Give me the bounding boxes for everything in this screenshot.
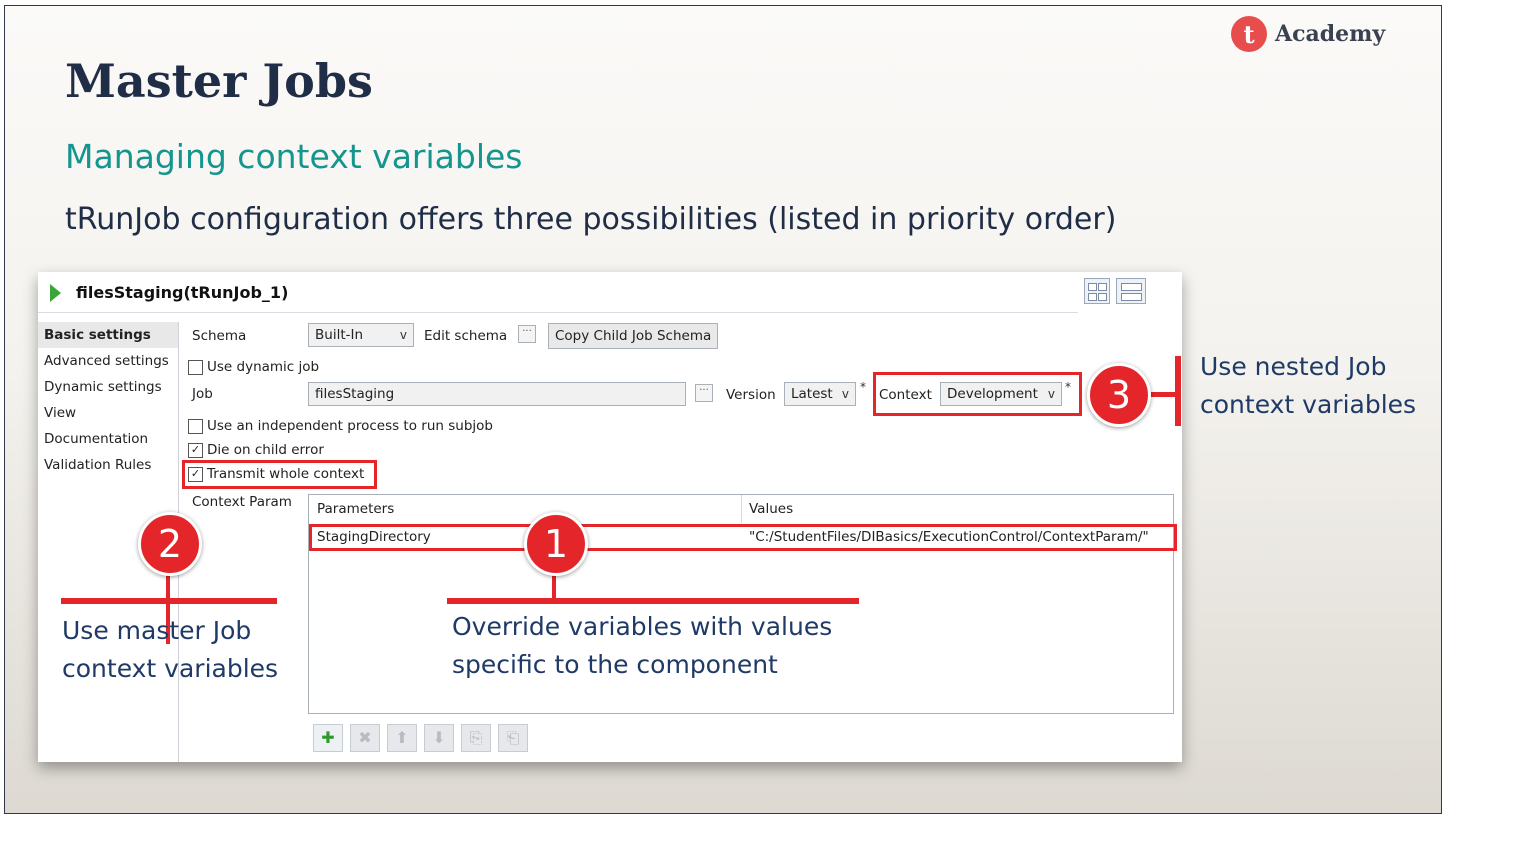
- chevron-down-icon: v: [399, 328, 407, 342]
- version-select-value: Latest: [791, 386, 833, 402]
- academy-logo-text: Academy: [1275, 21, 1386, 47]
- academy-logo: t Academy: [1231, 16, 1385, 52]
- schema-select-value: Built-In: [315, 327, 364, 343]
- annotation-1-badge: 1: [524, 512, 588, 576]
- use-dynamic-job-label: Use dynamic job: [207, 359, 320, 375]
- copy-child-job-schema-button[interactable]: Copy Child Job Schema: [548, 323, 719, 349]
- move-up-icon[interactable]: ⬆: [387, 724, 417, 752]
- slide-subtitle: Managing context variables: [65, 137, 523, 176]
- schema-select[interactable]: Built-In v: [308, 323, 414, 347]
- checkbox-icon: [188, 418, 203, 434]
- annotation-3-badge: 3: [1087, 363, 1151, 427]
- annotation-1-bar: [447, 598, 859, 604]
- die-on-child-error-label: Die on child error: [207, 442, 324, 458]
- sidebar-item-validation-rules[interactable]: Validation Rules: [38, 452, 178, 478]
- version-label: Version: [726, 387, 776, 403]
- job-browse-button[interactable]: ···: [695, 384, 713, 402]
- checkbox-icon: [188, 359, 203, 375]
- remove-row-icon[interactable]: ✖: [350, 724, 380, 752]
- annotation-3-bar: [1175, 356, 1181, 426]
- copy-icon[interactable]: ⎘: [461, 724, 491, 752]
- parameter-row-highlight-box: [309, 524, 1177, 551]
- schema-label: Schema: [192, 328, 247, 344]
- run-job-icon: [50, 284, 61, 302]
- annotation-2-text: Use master Job context variables: [62, 612, 278, 688]
- job-label: Job: [192, 386, 213, 402]
- independent-process-label: Use an independent process to run subjob: [207, 418, 493, 434]
- annotation-1-line-2: specific to the component: [452, 650, 778, 679]
- slide-intro: tRunJob configuration offers three possi…: [65, 202, 1117, 237]
- annotation-1-text: Override variables with values specific …: [452, 608, 832, 684]
- column-header-parameters[interactable]: Parameters: [317, 501, 394, 517]
- transmit-context-highlight-box: [182, 460, 377, 489]
- sidebar-item-dynamic-settings[interactable]: Dynamic settings: [38, 374, 178, 400]
- chevron-down-icon: v: [841, 387, 849, 401]
- annotation-3-text: Use nested Job context variables: [1200, 348, 1416, 424]
- context-highlight-box: [873, 372, 1082, 416]
- panel-title: filesStaging(tRunJob_1): [76, 283, 289, 302]
- context-param-label: Context Param: [192, 494, 292, 510]
- sidebar-item-basic-settings[interactable]: Basic settings: [38, 322, 178, 348]
- sidebar-item-view[interactable]: View: [38, 400, 178, 426]
- sidebar-item-advanced-settings[interactable]: Advanced settings: [38, 348, 178, 374]
- annotation-2-bar: [61, 598, 277, 604]
- version-required-mark: *: [860, 380, 866, 394]
- component-settings-panel: filesStaging(tRunJob_1) Basic settings A…: [38, 272, 1182, 762]
- annotation-3-line-2: context variables: [1200, 390, 1417, 419]
- column-divider: [741, 495, 742, 523]
- version-select[interactable]: Latest v: [784, 382, 856, 406]
- list-view-icon[interactable]: [1116, 278, 1146, 304]
- annotation-1-line-1: Override variables with values: [452, 612, 833, 641]
- use-dynamic-job-checkbox[interactable]: Use dynamic job: [188, 359, 319, 375]
- column-header-values[interactable]: Values: [749, 501, 793, 517]
- die-on-child-error-checkbox[interactable]: ✓ Die on child error: [188, 442, 324, 458]
- sidebar-item-documentation[interactable]: Documentation: [38, 426, 178, 452]
- slide: t Academy Master Jobs Managing context v…: [4, 5, 1442, 814]
- paste-icon[interactable]: ⎗: [498, 724, 528, 752]
- independent-process-checkbox[interactable]: Use an independent process to run subjob: [188, 418, 493, 434]
- annotation-2-badge: 2: [138, 512, 202, 576]
- grid-view-icon[interactable]: [1084, 278, 1110, 304]
- job-field[interactable]: filesStaging: [308, 382, 686, 406]
- add-row-icon[interactable]: ✚: [313, 724, 343, 752]
- talend-logo-icon: t: [1231, 16, 1267, 52]
- edit-schema-label: Edit schema: [424, 328, 508, 344]
- move-down-icon[interactable]: ⬇: [424, 724, 454, 752]
- annotation-2-line-1: Use master Job: [62, 616, 252, 645]
- annotation-2-line-2: context variables: [62, 654, 279, 683]
- slide-title: Master Jobs: [65, 54, 373, 108]
- edit-schema-button[interactable]: ···: [518, 325, 536, 343]
- annotation-3-line-1: Use nested Job: [1200, 352, 1387, 381]
- panel-header: filesStaging(tRunJob_1): [38, 272, 1078, 313]
- check-icon: ✓: [188, 442, 203, 458]
